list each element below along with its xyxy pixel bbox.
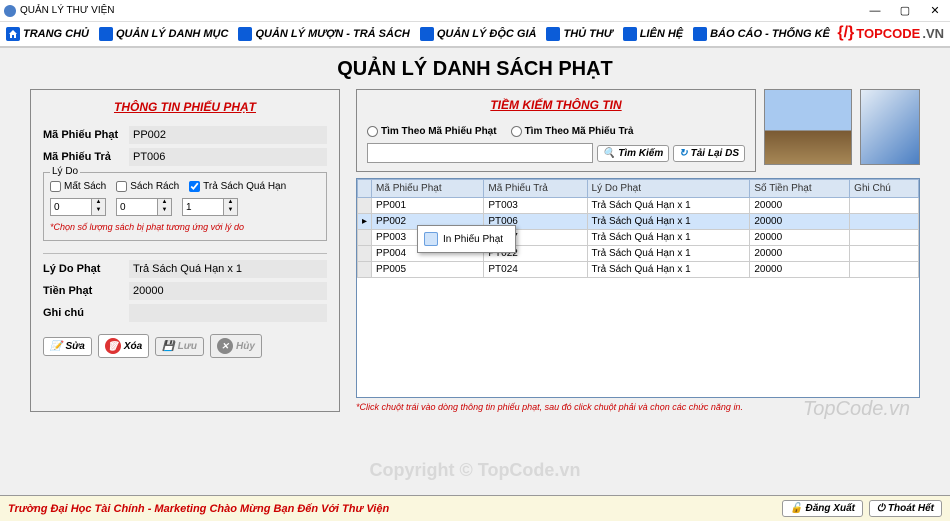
search-button[interactable]: 🔍Tìm Kiếm [597,145,669,162]
label-ma-phieu-phat: Mã Phiếu Phạt [43,129,129,141]
context-menu: In Phiếu Phạt [417,225,516,253]
menu-home[interactable]: TRANG CHỦ [6,27,89,41]
input-tien-phat[interactable] [129,282,327,300]
image-open-book [860,89,920,165]
maximize-button[interactable]: ▢ [890,1,920,21]
search-panel: TIỀM KIẾM THÔNG TIN Tìm Theo Mã Phiếu Ph… [356,89,756,172]
label-tien-phat: Tiền Phạt [43,285,129,297]
col-ma-phieu-tra[interactable]: Mã Phiếu Trả [484,180,587,198]
menubar: TRANG CHỦ QUẢN LÝ DANH MỤC QUẢN LÝ MƯỢN … [0,22,950,48]
save-button[interactable]: 💾Lưu [155,337,204,356]
form-panel: THÔNG TIN PHIẾU PHẠT Mã Phiếu Phạt Mã Ph… [30,89,340,412]
input-ma-phieu-tra[interactable] [129,148,327,166]
print-icon [424,232,438,246]
delete-button[interactable]: 🗑Xóa [98,334,149,358]
radio-ma-phieu-tra[interactable]: Tìm Theo Mã Phiếu Trả [511,126,634,137]
menu-readers[interactable]: QUẢN LÝ ĐỘC GIẢ [420,27,537,41]
reload-button[interactable]: ↻Tải Lại DS [673,145,745,162]
readers-icon [420,27,434,41]
col-ghi-chu[interactable]: Ghi Chú [850,180,919,198]
reports-icon [693,27,707,41]
app-icon [4,5,16,17]
delete-icon: 🗑 [105,338,121,354]
home-icon [6,27,20,41]
footer: Trường Đại Học Tài Chính - Marketing Chà… [0,495,950,521]
search-icon: 🔍 [603,148,615,159]
watermark-copyright: Copyright © TopCode.vn [0,460,950,481]
menu-catalog[interactable]: QUẢN LÝ DANH MỤC [99,27,228,41]
window-title: QUẢN LÝ THƯ VIỆN [20,5,115,16]
menu-borrow[interactable]: QUẢN LÝ MƯỢN - TRẢ SÁCH [238,27,409,41]
chk-sach-rach[interactable]: Sách Rách [116,181,179,192]
radio-ma-phieu-phat[interactable]: Tìm Theo Mã Phiếu Phạt [367,126,497,137]
col-so-tien[interactable]: Số Tiền Phạt [750,180,850,198]
exit-icon: ⏻ [877,503,885,514]
label-ly-do-phat: Lý Do Phạt [43,263,129,275]
label-ghi-chu: Ghi chú [43,307,129,319]
logout-icon: 🔓 [790,503,802,514]
num-qua-han[interactable]: ▲▼ [182,198,238,216]
menu-reports[interactable]: BÁO CÁO - THỐNG KÊ [693,27,830,41]
reason-groupbox: Lý Do Mất Sách Sách Rách Trả Sách Quá Hạ… [43,172,327,241]
search-title: TIỀM KIẾM THÔNG TIN [367,96,745,120]
input-ma-phieu-phat[interactable] [129,126,327,144]
reason-legend: Lý Do [50,166,80,177]
menu-librarian[interactable]: THỦ THƯ [546,27,612,41]
borrow-icon [238,27,252,41]
footer-text: Trường Đại Học Tài Chính - Marketing Chà… [8,503,389,515]
col-ly-do[interactable]: Lý Do Phạt [587,180,750,198]
form-title: THÔNG TIN PHIẾU PHẠT [43,98,327,122]
page-title: QUẢN LÝ DANH SÁCH PHẠT [0,48,950,89]
data-grid[interactable]: Mã Phiếu Phạt Mã Phiếu Trả Lý Do Phạt Số… [356,178,920,398]
label-ma-phieu-tra: Mã Phiếu Trả [43,151,129,163]
input-ly-do-phat[interactable] [129,260,327,278]
print-menu-item[interactable]: In Phiếu Phạt [418,229,515,249]
brand-logo: {/}TOPCODE.VN [837,24,944,42]
contact-icon [623,27,637,41]
num-sach-rach[interactable]: ▲▼ [116,198,172,216]
librarian-icon [546,27,560,41]
cancel-icon: ✕ [217,338,233,354]
menu-contact[interactable]: LIÊN HỆ [623,27,683,41]
edit-button[interactable]: 📝Sửa [43,337,92,356]
reason-note: *Chọn số lượng sách bị phạt tương ứng vớ… [50,222,320,232]
close-button[interactable]: ✕ [920,1,950,21]
table-row[interactable]: PP005PT024Trả Sách Quá Hạn x 120000 [358,262,919,278]
cancel-button[interactable]: ✕Hủy [210,334,262,358]
table-row[interactable]: PP001PT003Trả Sách Quá Hạn x 120000 [358,198,919,214]
image-books [764,89,852,165]
save-icon: 💾 [162,341,174,352]
edit-icon: 📝 [50,341,62,352]
minimize-button[interactable]: — [860,1,890,21]
chk-mat-sach[interactable]: Mất Sách [50,181,106,192]
catalog-icon [99,27,113,41]
reload-icon: ↻ [679,148,687,159]
num-mat-sach[interactable]: ▲▼ [50,198,106,216]
input-ghi-chu[interactable] [129,304,327,322]
search-input[interactable] [367,143,593,163]
titlebar: QUẢN LÝ THƯ VIỆN — ▢ ✕ [0,0,950,22]
col-ma-phieu-phat[interactable]: Mã Phiếu Phạt [372,180,484,198]
chk-qua-han[interactable]: Trả Sách Quá Hạn [189,181,286,192]
watermark: TopCode.vn [803,398,910,421]
logout-button[interactable]: 🔓Đăng Xuất [782,500,863,517]
exit-button[interactable]: ⏻Thoát Hết [869,500,942,517]
